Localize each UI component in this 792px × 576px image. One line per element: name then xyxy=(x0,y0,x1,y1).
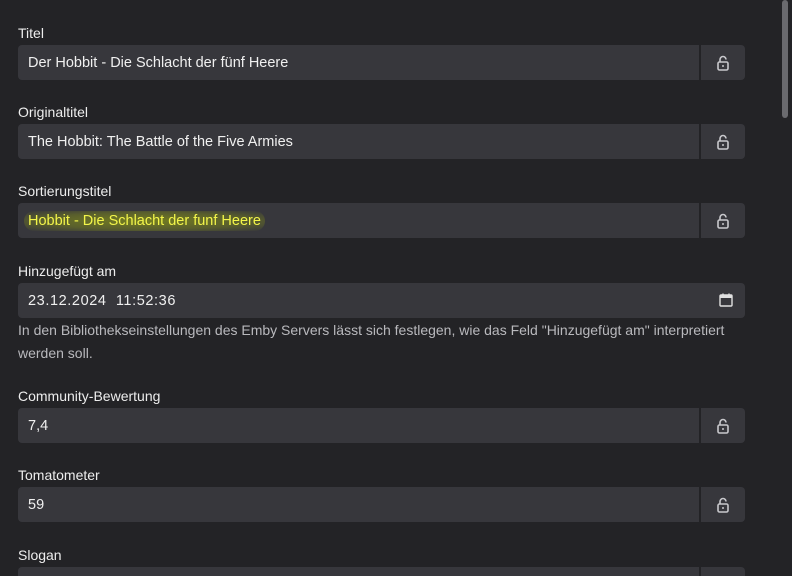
original-title-input-value: The Hobbit: The Battle of the Five Armie… xyxy=(28,133,293,150)
tomatometer-row: 59 xyxy=(18,487,745,522)
original-title-label: Originaltitel xyxy=(18,104,89,120)
sort-title-lock-button[interactable] xyxy=(699,203,745,238)
sort-title-row: Hobbit - Die Schlacht der funf Heere xyxy=(18,203,745,238)
date-added-row: 23.12.2024 11:52:36 xyxy=(18,283,745,318)
tomatometer-input-value: 59 xyxy=(28,496,45,513)
slogan-field-group: Slogan xyxy=(18,546,745,576)
date-added-help-text: In den Bibliothekseinstellungen des Emby… xyxy=(18,322,725,361)
metadata-editor-page: Titel Der Hobbit - Die Schlacht der fünf… xyxy=(0,0,792,576)
lock-open-icon xyxy=(717,418,729,434)
original-title-row: The Hobbit: The Battle of the Five Armie… xyxy=(18,124,745,159)
community-rating-row: 7,4 xyxy=(18,408,745,443)
sort-title-input-value: Hobbit - Die Schlacht der funf Heere xyxy=(24,210,265,231)
community-rating-input[interactable]: 7,4 xyxy=(18,408,699,443)
tomatometer-label: Tomatometer xyxy=(18,467,100,483)
scrollbar-thumb[interactable] xyxy=(782,0,788,118)
title-lock-button[interactable] xyxy=(699,45,745,80)
lock-open-icon xyxy=(717,55,729,71)
slogan-row xyxy=(18,567,745,576)
title-field-group: Titel Der Hobbit - Die Schlacht der fünf… xyxy=(18,24,745,80)
original-title-field-group: Originaltitel The Hobbit: The Battle of … xyxy=(18,103,745,159)
scrollbar[interactable] xyxy=(778,0,792,576)
lock-open-icon xyxy=(717,134,729,150)
community-rating-input-value: 7,4 xyxy=(28,417,49,434)
slogan-label: Slogan xyxy=(18,547,62,563)
slogan-lock-button[interactable] xyxy=(699,567,745,576)
date-added-field-group: Hinzugefügt am 23.12.2024 11:52:36 In de… xyxy=(18,262,745,361)
date-added-label: Hinzugefügt am xyxy=(18,263,117,279)
date-added-input-value: 23.12.2024 11:52:36 xyxy=(28,292,176,309)
title-input[interactable]: Der Hobbit - Die Schlacht der fünf Heere xyxy=(18,45,699,80)
original-title-lock-button[interactable] xyxy=(699,124,745,159)
tomatometer-lock-button[interactable] xyxy=(699,487,745,522)
tomatometer-field-group: Tomatometer 59 xyxy=(18,466,745,522)
title-row: Der Hobbit - Die Schlacht der fünf Heere xyxy=(18,45,745,80)
sort-title-field-group: Sortierungstitel Hobbit - Die Schlacht d… xyxy=(18,182,745,238)
community-rating-field-group: Community-Bewertung 7,4 xyxy=(18,387,745,443)
date-added-input[interactable]: 23.12.2024 11:52:36 xyxy=(18,283,745,318)
title-label: Titel xyxy=(18,25,44,41)
original-title-input[interactable]: The Hobbit: The Battle of the Five Armie… xyxy=(18,124,699,159)
title-input-value: Der Hobbit - Die Schlacht der fünf Heere xyxy=(28,54,289,71)
tomatometer-input[interactable]: 59 xyxy=(18,487,699,522)
calendar-icon[interactable] xyxy=(719,293,733,307)
community-rating-label: Community-Bewertung xyxy=(18,388,161,404)
lock-open-icon xyxy=(717,213,729,229)
slogan-input[interactable] xyxy=(18,567,699,576)
community-rating-lock-button[interactable] xyxy=(699,408,745,443)
sort-title-input[interactable]: Hobbit - Die Schlacht der funf Heere xyxy=(18,203,699,238)
lock-open-icon xyxy=(717,497,729,513)
sort-title-label: Sortierungstitel xyxy=(18,183,112,199)
